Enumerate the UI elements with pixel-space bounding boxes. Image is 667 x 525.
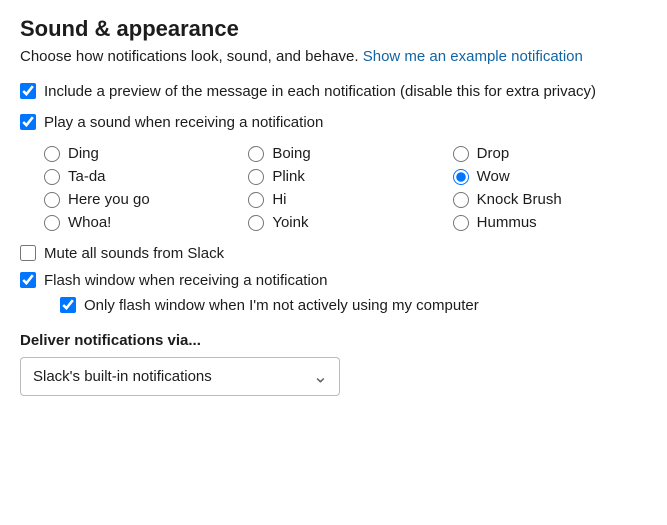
sound-radio-wow[interactable]	[453, 169, 469, 185]
only-flash-checkbox[interactable]	[60, 297, 76, 313]
sound-options-grid: Ding Boing Drop Ta-da Plink Wow Here you go Hi K…	[44, 145, 647, 231]
flash-checkbox[interactable]	[20, 272, 36, 288]
play-sound-checkbox[interactable]	[20, 114, 36, 130]
sound-label-hummus[interactable]: Hummus	[477, 214, 537, 231]
mute-checkbox[interactable]	[20, 245, 36, 261]
sound-label-wow[interactable]: Wow	[477, 168, 510, 185]
sound-radio-boing[interactable]	[248, 146, 264, 162]
sound-radio-tada[interactable]	[44, 169, 60, 185]
preview-label[interactable]: Include a preview of the message in each…	[44, 81, 596, 102]
sound-label-plink[interactable]: Plink	[272, 168, 305, 185]
sound-option-hereyougo: Here you go	[44, 191, 238, 208]
flash-checkbox-row: Flash window when receiving a notificati…	[20, 270, 647, 291]
play-sound-label[interactable]: Play a sound when receiving a notificati…	[44, 112, 323, 133]
preview-checkbox[interactable]	[20, 83, 36, 99]
mute-checkbox-row: Mute all sounds from Slack	[20, 243, 647, 264]
sound-option-knockbrush: Knock Brush	[453, 191, 647, 208]
sound-label-knockbrush[interactable]: Knock Brush	[477, 191, 562, 208]
sound-option-whoa: Whoa!	[44, 214, 238, 231]
deliver-dropdown-wrapper: Slack's built-in notificationsSystem not…	[20, 357, 340, 396]
sound-label-whoa[interactable]: Whoa!	[68, 214, 111, 231]
subtitle-text: Choose how notifications look, sound, an…	[20, 48, 359, 65]
sound-radio-knockbrush[interactable]	[453, 192, 469, 208]
sound-option-hi: Hi	[248, 191, 442, 208]
flash-label[interactable]: Flash window when receiving a notificati…	[44, 270, 327, 291]
sound-radio-hummus[interactable]	[453, 215, 469, 231]
only-flash-checkbox-row: Only flash window when I'm not actively …	[60, 295, 647, 316]
sound-radio-whoa[interactable]	[44, 215, 60, 231]
sound-label-hi[interactable]: Hi	[272, 191, 286, 208]
sound-option-boing: Boing	[248, 145, 442, 162]
deliver-section-title: Deliver notifications via...	[20, 332, 647, 349]
sound-label-yoink[interactable]: Yoink	[272, 214, 308, 231]
sound-option-ding: Ding	[44, 145, 238, 162]
page-title: Sound & appearance	[20, 16, 647, 42]
sound-option-plink: Plink	[248, 168, 442, 185]
sound-label-drop[interactable]: Drop	[477, 145, 510, 162]
deliver-dropdown[interactable]: Slack's built-in notificationsSystem not…	[20, 357, 340, 396]
preview-checkbox-row: Include a preview of the message in each…	[20, 81, 647, 102]
sound-label-tada[interactable]: Ta-da	[68, 168, 106, 185]
sound-label-hereyougo[interactable]: Here you go	[68, 191, 150, 208]
sound-option-tada: Ta-da	[44, 168, 238, 185]
sound-radio-yoink[interactable]	[248, 215, 264, 231]
sound-option-yoink: Yoink	[248, 214, 442, 231]
sound-radio-plink[interactable]	[248, 169, 264, 185]
sound-option-hummus: Hummus	[453, 214, 647, 231]
play-sound-checkbox-row: Play a sound when receiving a notificati…	[20, 112, 647, 133]
example-notification-link[interactable]: Show me an example notification	[363, 48, 583, 65]
sound-label-boing[interactable]: Boing	[272, 145, 310, 162]
sound-label-ding[interactable]: Ding	[68, 145, 99, 162]
sound-radio-drop[interactable]	[453, 146, 469, 162]
sound-option-wow: Wow	[453, 168, 647, 185]
sound-option-drop: Drop	[453, 145, 647, 162]
mute-label[interactable]: Mute all sounds from Slack	[44, 243, 224, 264]
sound-radio-hereyougo[interactable]	[44, 192, 60, 208]
sound-radio-hi[interactable]	[248, 192, 264, 208]
sound-radio-ding[interactable]	[44, 146, 60, 162]
only-flash-label[interactable]: Only flash window when I'm not actively …	[84, 295, 479, 316]
subtitle: Choose how notifications look, sound, an…	[20, 48, 647, 65]
